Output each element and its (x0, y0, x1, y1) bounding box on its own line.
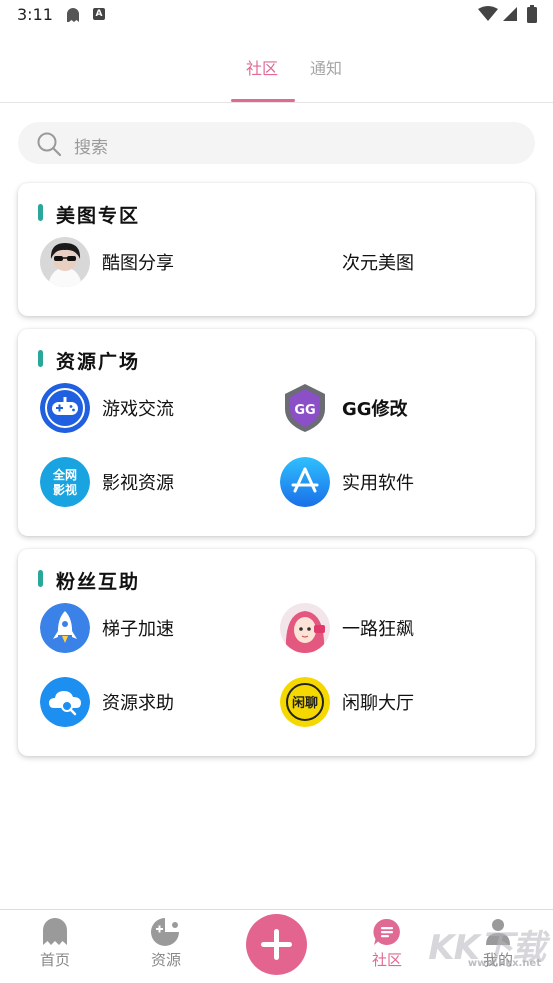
plus-icon (261, 929, 292, 960)
board-item-game[interactable]: 游戏交流 (40, 383, 260, 433)
board-label: 一路狂飙 (342, 619, 414, 640)
board-label: 闲聊大厅 (342, 693, 414, 714)
gamepad-icon (40, 383, 90, 433)
avatar-photo (40, 237, 90, 287)
nav-community[interactable]: 社区 (357, 918, 417, 970)
board-item-ciyuan[interactable]: 次元美图 (342, 237, 553, 287)
board-label: GG修改 (342, 399, 408, 420)
board-label: 游戏交流 (102, 399, 174, 420)
appstore-icon (280, 457, 330, 507)
board-item-software[interactable]: 实用软件 (280, 457, 500, 507)
svg-text:影视: 影视 (53, 482, 77, 497)
nav-resources[interactable]: 资源 (136, 918, 196, 970)
search-placeholder: 搜索 (74, 138, 108, 158)
wifi-icon (478, 6, 498, 21)
board-item-chat[interactable]: 闲聊 闲聊大厅 (280, 677, 500, 727)
svg-text:GG: GG (294, 403, 315, 418)
board-label: 酷图分享 (102, 253, 174, 274)
gg-shield-icon: GG (280, 383, 330, 433)
ghost-icon (43, 918, 67, 945)
pacman-icon (151, 918, 179, 946)
quanwang-yingshi-icon: 全网 影视 (40, 457, 90, 507)
board-item-video[interactable]: 全网 影视 影视资源 (40, 457, 260, 507)
section-accent-bar (38, 204, 43, 221)
board-label: 实用软件 (342, 473, 414, 494)
section-accent-bar (38, 350, 43, 367)
a-badge-icon: A (93, 8, 105, 20)
ghost-icon (67, 8, 79, 22)
rocket-icon (40, 603, 90, 653)
board-item-proxy[interactable]: 梯子加速 (40, 603, 260, 653)
svg-text:全网: 全网 (52, 467, 77, 482)
tab-notifications[interactable]: 通知 (310, 55, 342, 79)
board-label: 影视资源 (102, 473, 174, 494)
status-time: 3:11 (17, 5, 53, 24)
board-item-help[interactable]: 资源求助 (40, 677, 260, 727)
signal-icon (503, 7, 517, 21)
tab-community[interactable]: 社区 (246, 55, 278, 79)
section-card-fans: 粉丝互助 梯子加速 一路狂飙 资源求助 闲聊 闲聊大厅 (18, 549, 535, 756)
board-item-kutu[interactable]: 酷图分享 (40, 237, 260, 287)
section-card-meitu: 美图专区 酷图分享 次元美图 (18, 183, 535, 316)
top-tabs: 社区 通知 (0, 40, 553, 102)
svg-text:闲聊: 闲聊 (292, 695, 318, 711)
board-label: 资源求助 (102, 693, 174, 714)
section-card-resources: 资源广场 游戏交流 GG GG修改 全网 影视 影视资源 实用软件 (18, 329, 535, 536)
search-icon (37, 132, 62, 157)
watermark-logo: KK下载 www.kkx.net (428, 928, 546, 969)
cloud-search-icon (40, 677, 90, 727)
section-accent-bar (38, 570, 43, 587)
chat-icon (373, 918, 400, 945)
anime-avatar-icon (280, 603, 330, 653)
search-input[interactable]: 搜索 (18, 122, 535, 164)
status-bar: 3:11 A (0, 0, 553, 32)
divider (0, 102, 553, 103)
board-item-gg[interactable]: GG GG修改 (280, 383, 500, 433)
board-item-kuangbiao[interactable]: 一路狂飙 (280, 603, 500, 653)
nav-home[interactable]: 首页 (25, 918, 85, 970)
board-label: 梯子加速 (102, 619, 174, 640)
battery-icon (527, 5, 537, 23)
chat-badge-icon: 闲聊 (280, 677, 330, 727)
board-label: 次元美图 (342, 253, 414, 274)
add-post-button[interactable] (246, 914, 307, 975)
